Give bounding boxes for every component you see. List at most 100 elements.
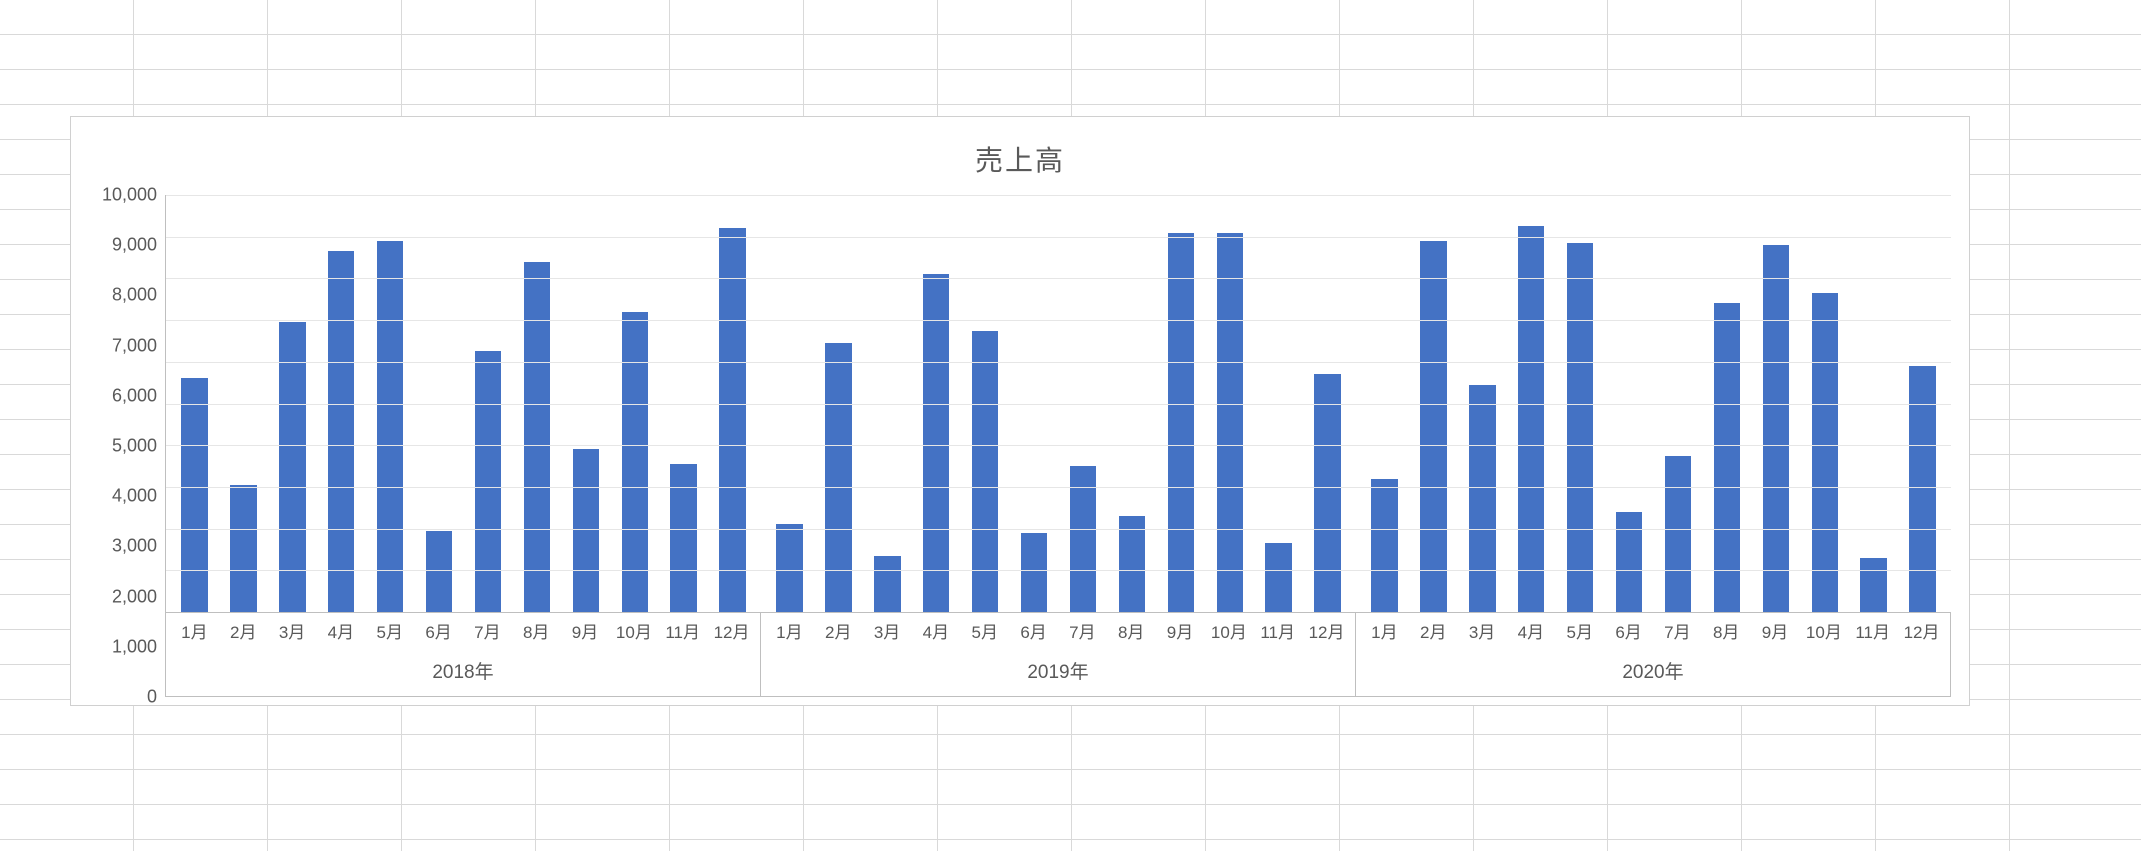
bar[interactable] (279, 322, 305, 612)
bar[interactable] (776, 524, 802, 612)
bar[interactable] (1665, 456, 1691, 612)
month-label: 5月 (960, 613, 1009, 653)
month-label: 9月 (1751, 613, 1800, 653)
bar[interactable] (1860, 558, 1886, 612)
grid-line (166, 487, 1951, 488)
month-label: 4月 (911, 613, 960, 653)
month-label: 7月 (1058, 613, 1107, 653)
bar[interactable] (377, 241, 403, 612)
month-label: 4月 (316, 613, 365, 653)
month-label: 1月 (1360, 613, 1409, 653)
grid-line (166, 320, 1951, 321)
month-label: 6月 (1009, 613, 1058, 653)
y-tick-label: 6,000 (112, 385, 157, 406)
month-label: 9月 (1156, 613, 1205, 653)
bar[interactable] (1469, 385, 1495, 612)
month-label: 1月 (170, 613, 219, 653)
chart-title: 売上高 (89, 139, 1951, 179)
grid-line (166, 570, 1951, 571)
bar[interactable] (524, 262, 550, 612)
month-label: 3月 (1458, 613, 1507, 653)
bar[interactable] (1119, 516, 1145, 612)
year-label: 2019年 (761, 653, 1356, 697)
bar[interactable] (181, 378, 207, 612)
bar[interactable] (1021, 533, 1047, 612)
month-label: 6月 (1604, 613, 1653, 653)
bar[interactable] (923, 274, 949, 612)
bar[interactable] (1314, 374, 1340, 612)
month-label: 8月 (1702, 613, 1751, 653)
month-label: 11月 (658, 613, 707, 653)
month-label: 7月 (463, 613, 512, 653)
month-label: 10月 (1204, 613, 1253, 653)
month-label: 12月 (1302, 613, 1351, 653)
bar[interactable] (1371, 479, 1397, 612)
bar[interactable] (1518, 226, 1544, 612)
bar[interactable] (1616, 512, 1642, 612)
month-label: 10月 (1799, 613, 1848, 653)
month-label: 2月 (1409, 613, 1458, 653)
y-tick-label: 5,000 (112, 436, 157, 457)
y-tick-label: 1,000 (112, 636, 157, 657)
month-label: 5月 (365, 613, 414, 653)
bar[interactable] (328, 251, 354, 612)
month-label: 7月 (1653, 613, 1702, 653)
month-label: 3月 (268, 613, 317, 653)
y-axis: 01,0002,0003,0004,0005,0006,0007,0008,00… (89, 195, 165, 697)
grid-line (166, 445, 1951, 446)
month-label: 1月 (765, 613, 814, 653)
y-tick-label: 2,000 (112, 586, 157, 607)
month-label: 11月 (1253, 613, 1302, 653)
bars-area (165, 195, 1951, 613)
y-tick-label: 4,000 (112, 486, 157, 507)
month-label: 5月 (1555, 613, 1604, 653)
bar[interactable] (719, 228, 745, 612)
bar[interactable] (1714, 303, 1740, 612)
bar[interactable] (230, 485, 256, 612)
grid-line (166, 237, 1951, 238)
grid-line (166, 278, 1951, 279)
bar[interactable] (1265, 543, 1291, 612)
bar[interactable] (622, 312, 648, 612)
month-block: 1月2月3月4月5月6月7月8月9月10月11月12月 (761, 613, 1356, 653)
month-label: 4月 (1506, 613, 1555, 653)
bar[interactable] (874, 556, 900, 612)
x-axis-months: 1月2月3月4月5月6月7月8月9月10月11月12月1月2月3月4月5月6月7… (165, 613, 1951, 653)
grid-line (166, 362, 1951, 363)
bar[interactable] (1420, 241, 1446, 612)
month-block: 1月2月3月4月5月6月7月8月9月10月11月12月 (1356, 613, 1951, 653)
bar[interactable] (1812, 293, 1838, 612)
grid-line (166, 529, 1951, 530)
bar[interactable] (1168, 233, 1194, 612)
month-label: 2月 (219, 613, 268, 653)
bar[interactable] (573, 449, 599, 612)
month-label: 6月 (414, 613, 463, 653)
bar[interactable] (825, 343, 851, 612)
month-label: 3月 (863, 613, 912, 653)
month-block: 1月2月3月4月5月6月7月8月9月10月11月12月 (166, 613, 761, 653)
bar[interactable] (1567, 243, 1593, 612)
bar[interactable] (1070, 466, 1096, 612)
month-label: 10月 (609, 613, 658, 653)
y-tick-label: 9,000 (112, 235, 157, 256)
month-label: 2月 (814, 613, 863, 653)
y-tick-label: 0 (147, 687, 157, 708)
bar[interactable] (426, 531, 452, 612)
x-axis-years: 2018年2019年2020年 (165, 653, 1951, 697)
year-label: 2020年 (1356, 653, 1951, 697)
bar[interactable] (1217, 233, 1243, 612)
y-tick-label: 3,000 (112, 536, 157, 557)
y-tick-label: 8,000 (112, 285, 157, 306)
grid-line (166, 404, 1951, 405)
year-label: 2018年 (166, 653, 761, 697)
month-label: 8月 (512, 613, 561, 653)
grid-line (166, 195, 1951, 196)
month-label: 12月 (1897, 613, 1946, 653)
bar[interactable] (475, 351, 501, 612)
y-tick-label: 7,000 (112, 335, 157, 356)
y-tick-label: 10,000 (102, 185, 157, 206)
bar[interactable] (1763, 245, 1789, 612)
chart-object[interactable]: 売上高 0 1,000 2,000 3,000 4,000 5,000 6,000 7,000… (70, 116, 1970, 706)
plot-area: 01,0002,0003,0004,0005,0006,0007,0008,00… (89, 195, 1951, 697)
month-label: 8月 (1107, 613, 1156, 653)
